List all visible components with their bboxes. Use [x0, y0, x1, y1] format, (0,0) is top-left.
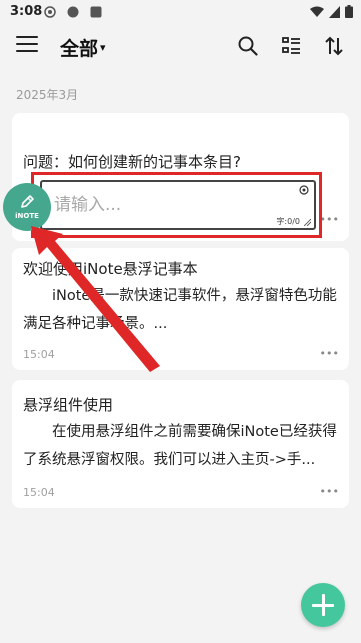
note-body: iNote是一款快速记事软件，悬浮窗特色功能满足各种记事场景。... [23, 288, 337, 332]
more-icon[interactable]: ••• [320, 485, 339, 498]
more-icon[interactable]: ••• [320, 213, 339, 226]
app-bar: 全部 ▾ [0, 26, 361, 66]
floating-note-input: 字:0/0 [40, 180, 316, 230]
add-note-button[interactable] [301, 583, 345, 627]
close-icon[interactable] [299, 185, 309, 195]
note-body: 在使用悬浮组件之前需要确保iNote已经获得了系统悬浮窗权限。我们可以进入主页-… [23, 424, 337, 468]
list-view-icon[interactable] [281, 35, 303, 57]
note-card[interactable]: 悬浮组件使用 在使用悬浮组件之前需要确保iNote已经获得了系统悬浮窗权限。我们… [12, 380, 349, 508]
note-time: 15:04 [23, 486, 55, 499]
floating-ball-label: iNOTE [15, 212, 39, 220]
menu-icon[interactable] [16, 36, 38, 56]
section-date: 2025年3月 [16, 88, 79, 102]
note-input-field[interactable] [54, 192, 284, 218]
battery-icon [345, 5, 353, 18]
circle-icon [67, 6, 79, 18]
note-card[interactable]: 欢迎使用iNote悬浮记事本 iNote是一款快速记事软件，悬浮窗特色功能满足各… [12, 248, 349, 370]
composer-question: 问题：如何创建新的记事本条目? [23, 153, 241, 171]
note-title: 欢迎使用iNote悬浮记事本 [23, 260, 198, 278]
pen-icon [21, 195, 34, 208]
square-icon [90, 6, 102, 18]
floating-ball[interactable]: iNOTE [3, 183, 51, 231]
char-count: 字:0/0 [276, 217, 300, 226]
resize-handle-icon[interactable] [304, 219, 311, 226]
search-icon[interactable] [237, 35, 259, 57]
target-icon [44, 6, 56, 18]
chevron-down-icon: ▾ [100, 41, 106, 54]
category-selector[interactable]: 全部 ▾ [60, 34, 106, 61]
signal-icon [329, 5, 340, 18]
more-icon[interactable]: ••• [320, 347, 339, 360]
status-right [310, 5, 353, 18]
note-time: 15:04 [23, 348, 55, 361]
note-title: 悬浮组件使用 [23, 396, 114, 414]
sort-icon[interactable] [323, 35, 345, 57]
status-bar: 3:08 [0, 0, 361, 26]
status-time: 3:08 [10, 4, 43, 19]
wifi-icon [310, 6, 324, 17]
page-title: 全部 [60, 38, 99, 60]
